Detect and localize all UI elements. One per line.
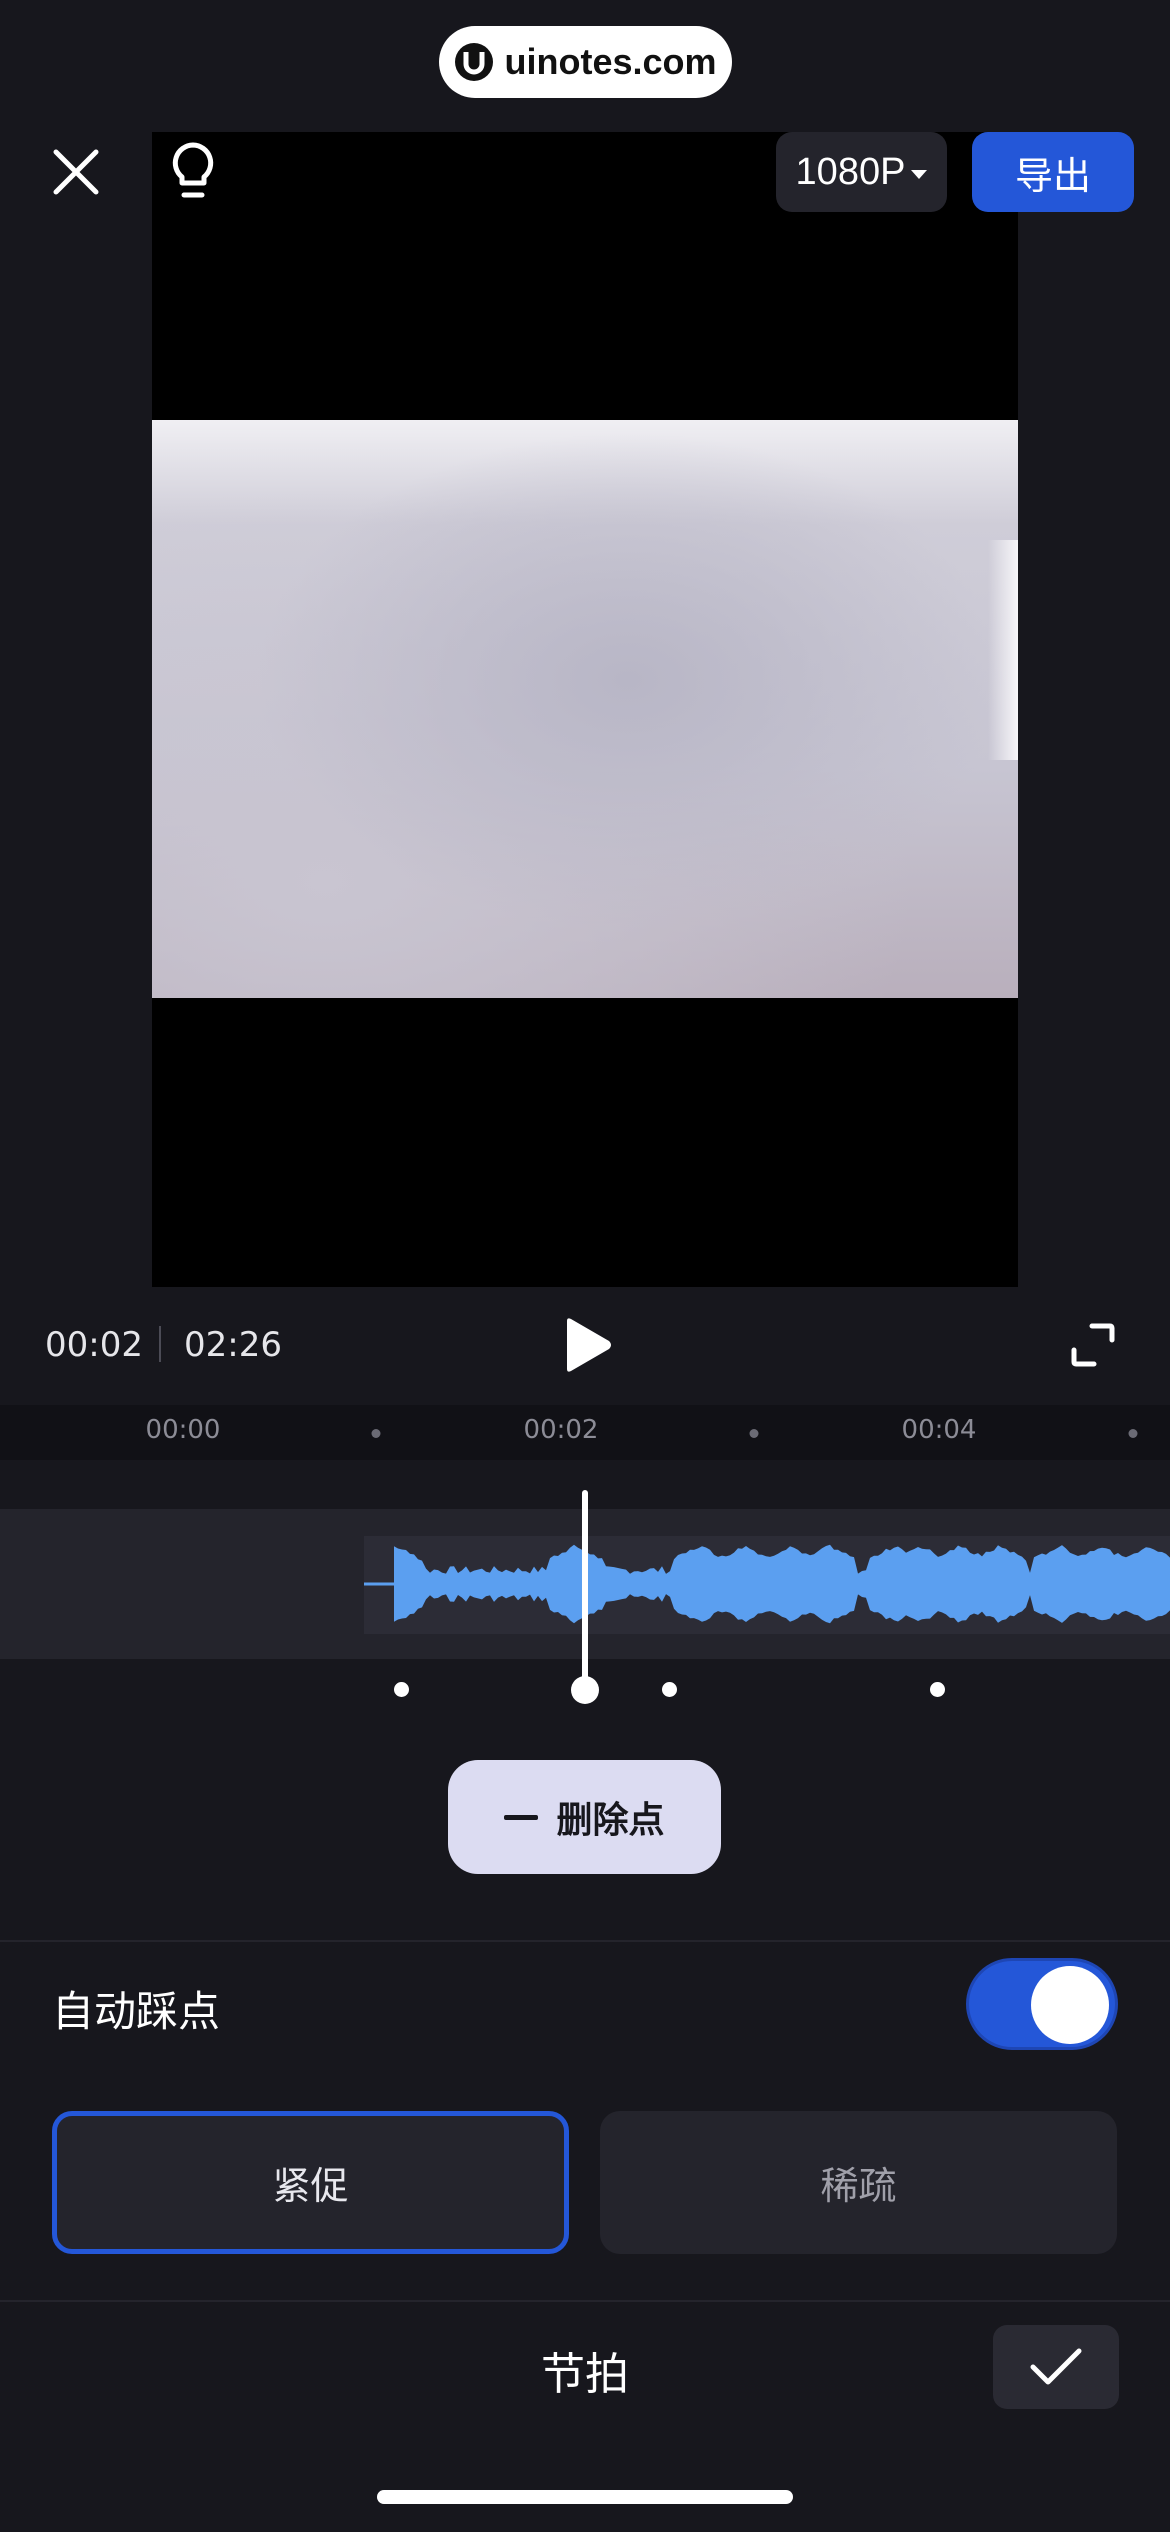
auto-beat-toggle[interactable] (966, 1958, 1118, 2050)
ruler-dot (371, 1429, 381, 1438)
option-sparse[interactable]: 稀疏 (600, 2111, 1117, 2254)
waveform-shape (394, 1544, 1170, 1624)
export-button[interactable]: 导出 (972, 132, 1134, 212)
option-dense[interactable]: 紧促 (52, 2111, 569, 2254)
frame-highlight (988, 540, 1018, 760)
caret-down-icon (911, 169, 928, 179)
beat-point[interactable] (662, 1682, 677, 1697)
video-frame (152, 420, 1018, 998)
fullscreen-icon (1071, 1323, 1115, 1367)
tips-button[interactable] (165, 140, 221, 204)
auto-beat-label: 自动踩点 (52, 1988, 221, 2035)
close-icon (53, 149, 99, 195)
toggle-knob (1031, 1966, 1109, 2044)
watermark-badge: uinotes.com (439, 26, 732, 98)
confirm-button[interactable] (993, 2325, 1119, 2409)
ruler-label: 00:00 (145, 1415, 221, 1445)
minus-icon (504, 1814, 539, 1820)
play-icon (567, 1318, 611, 1372)
ruler-label: 00:02 (523, 1415, 599, 1445)
close-button[interactable] (46, 142, 106, 202)
fullscreen-button[interactable] (1068, 1320, 1118, 1370)
beat-point[interactable] (394, 1682, 409, 1697)
watermark-text: uinotes.com (504, 41, 717, 82)
footer-divider (0, 2300, 1170, 2302)
ruler-dot (749, 1429, 759, 1438)
checkmark-icon (1030, 2348, 1082, 2385)
current-time: 00:02 (45, 1325, 143, 1365)
playhead[interactable] (582, 1490, 588, 1695)
home-indicator (377, 2490, 793, 2504)
total-duration: 02:26 (184, 1325, 282, 1365)
beat-editor-screen: uinotes.com 1080P 导出 00:02 02:26 00:00 0… (0, 0, 1170, 2532)
resolution-label: 1080P (795, 150, 906, 193)
delete-point-label: 删除点 (556, 1799, 665, 1840)
time-divider (159, 1326, 161, 1362)
beat-point[interactable] (930, 1682, 945, 1697)
video-preview[interactable] (152, 132, 1018, 1287)
timeline-ruler[interactable]: 00:00 00:02 00:04 (0, 1405, 1170, 1460)
play-button[interactable] (555, 1315, 615, 1375)
lightbulb-icon (172, 142, 214, 198)
section-divider (0, 1940, 1170, 1942)
playhead-handle[interactable] (571, 1676, 599, 1704)
ruler-dot (1128, 1429, 1138, 1438)
uinotes-logo-icon (455, 43, 494, 81)
resolution-dropdown[interactable]: 1080P (776, 132, 947, 212)
delete-point-button[interactable]: 删除点 (448, 1760, 721, 1874)
ruler-label: 00:04 (901, 1415, 977, 1445)
